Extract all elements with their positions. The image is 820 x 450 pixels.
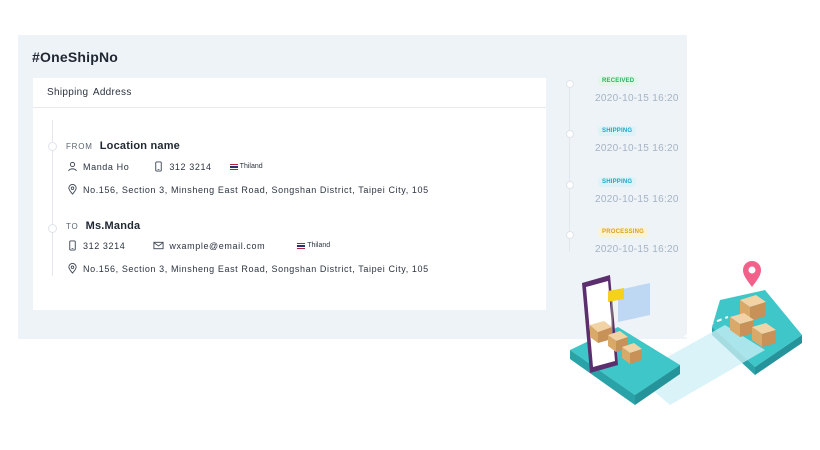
event-time: 2020-10-15 16:20	[595, 194, 679, 205]
timeline-dot	[566, 130, 574, 138]
event-time: 2020-10-15 16:20	[595, 93, 679, 104]
card-header: Shipping Address	[33, 78, 546, 108]
person-icon	[67, 161, 78, 172]
location-pin-icon	[67, 184, 78, 195]
from-country-name: Thiland	[239, 163, 263, 170]
event-time: 2020-10-15 16:20	[595, 244, 679, 255]
from-contact-row: Manda Ho 312 3214 Thiland	[67, 161, 263, 172]
from-address-row: No.156, Section 3, Minsheng East Road, S…	[67, 184, 429, 195]
from-label: FROM	[66, 141, 93, 151]
to-heading: TO Ms.Manda	[66, 220, 140, 232]
email-icon	[153, 240, 164, 251]
to-phone: 312 3214	[83, 240, 126, 251]
timeline-dot	[566, 80, 574, 88]
from-address: No.156, Section 3, Minsheng East Road, S…	[83, 184, 429, 195]
to-contact-row: 312 3214 wxample@email.com Thiland	[67, 240, 330, 251]
event-time: 2020-10-15 16:20	[595, 143, 679, 154]
from-contact-name: Manda Ho	[83, 161, 130, 172]
phone-icon	[67, 240, 78, 251]
from-dot	[48, 142, 57, 151]
to-country-name: Thiland	[307, 242, 331, 249]
status-badge: RECEIVED	[598, 76, 639, 86]
status-badge: PROCESSING	[598, 227, 649, 237]
from-heading: FROM Location name	[66, 140, 180, 152]
from-name: Location name	[99, 140, 180, 152]
timeline-dot	[566, 181, 574, 189]
to-address: No.156, Section 3, Minsheng East Road, S…	[83, 263, 429, 274]
location-pin-icon	[67, 263, 78, 274]
timeline-line	[569, 82, 570, 252]
from-phone: 312 3214	[169, 161, 212, 172]
shipping-address-card: Shipping Address FROM Location name Mand…	[33, 78, 546, 310]
to-dot	[48, 224, 57, 233]
to-name: Ms.Manda	[85, 220, 141, 232]
order-number: #OneShipNo	[32, 49, 119, 65]
to-address-row: No.156, Section 3, Minsheng East Road, S…	[67, 263, 429, 274]
shipping-illustration	[560, 255, 810, 425]
tracking-timeline: RECEIVED 2020-10-15 16:20 SHIPPING 2020-…	[565, 76, 685, 276]
from-country: Thiland	[229, 163, 263, 170]
to-email: wxample@email.com	[169, 240, 266, 251]
timeline-dot	[566, 231, 574, 239]
to-country: Thiland	[297, 242, 330, 249]
status-badge: SHIPPING	[598, 177, 637, 187]
flag-icon	[297, 242, 306, 249]
to-label: TO	[66, 221, 79, 231]
flag-icon	[229, 163, 238, 170]
status-badge: SHIPPING	[598, 126, 637, 136]
phone-icon	[153, 161, 164, 172]
